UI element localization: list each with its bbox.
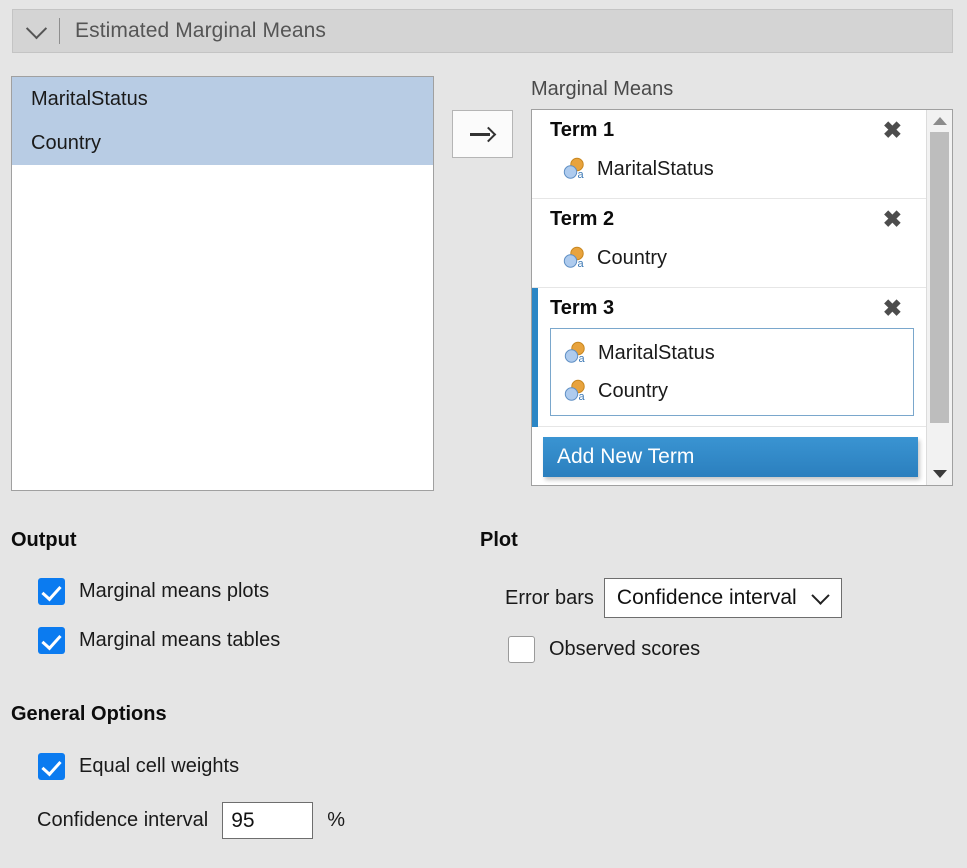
- close-icon[interactable]: ✖: [881, 296, 904, 320]
- variable-label: Country: [598, 379, 669, 402]
- arrow-right-icon: [469, 127, 496, 141]
- nominal-variable-icon: a: [562, 156, 588, 182]
- term-title: Term 2: [550, 207, 615, 230]
- marginal-means-panel: Term 1 ✖ a MaritalStatus Term 2 ✖ a Coun…: [531, 109, 953, 486]
- source-item-label: MaritalStatus: [31, 87, 148, 110]
- vertical-scrollbar[interactable]: [926, 110, 952, 485]
- page-title: Estimated Marginal Means: [75, 19, 327, 42]
- general-options-group-title: General Options: [11, 703, 167, 725]
- marginal-means-terms-area: Term 1 ✖ a MaritalStatus Term 2 ✖ a Coun…: [532, 110, 926, 485]
- svg-text:a: a: [579, 391, 586, 403]
- variable-label: MaritalStatus: [598, 341, 715, 364]
- confidence-interval-input[interactable]: [222, 802, 314, 839]
- nominal-variable-icon: a: [563, 340, 589, 366]
- checkbox-equal-cell-weights[interactable]: Equal cell weights: [38, 753, 239, 780]
- marginal-means-label: Marginal Means: [531, 78, 674, 100]
- variable-label: MaritalStatus: [597, 157, 714, 180]
- scrollbar-thumb[interactable]: [930, 132, 949, 424]
- list-item[interactable]: a Country: [550, 239, 926, 277]
- close-icon[interactable]: ✖: [881, 207, 904, 231]
- checkbox-box[interactable]: [38, 627, 65, 654]
- confidence-interval-row: Confidence interval %: [37, 802, 345, 839]
- svg-text:a: a: [579, 353, 586, 365]
- term-block[interactable]: Term 2 ✖ a Country: [532, 199, 926, 288]
- term-variable-list: a MaritalStatus: [532, 150, 926, 188]
- checkbox-label: Observed scores: [549, 638, 701, 660]
- checkbox-marginal-means-tables[interactable]: Marginal means tables: [38, 627, 280, 654]
- svg-text:a: a: [578, 169, 585, 181]
- error-bars-label: Error bars: [505, 586, 594, 609]
- term-header: Term 3 ✖: [532, 288, 926, 328]
- checkbox-observed-scores[interactable]: Observed scores: [508, 636, 700, 663]
- term-block[interactable]: Term 3 ✖ a MaritalStatus a Country: [532, 288, 926, 427]
- error-bars-row: Error bars Confidence interval: [505, 578, 842, 618]
- nominal-variable-icon: a: [563, 378, 589, 404]
- transfer-right-button[interactable]: [452, 110, 513, 158]
- add-new-term-label: Add New Term: [557, 445, 695, 468]
- checkbox-box[interactable]: [38, 578, 65, 605]
- term-block[interactable]: Term 1 ✖ a MaritalStatus: [532, 110, 926, 199]
- error-bars-select[interactable]: Confidence interval: [603, 578, 842, 618]
- checkbox-label: Marginal means plots: [79, 580, 270, 602]
- scrollbar-track[interactable]: [927, 132, 952, 463]
- checkbox-box[interactable]: [38, 753, 65, 780]
- list-item[interactable]: Country: [12, 121, 433, 165]
- chevron-down-icon[interactable]: [13, 17, 59, 39]
- term-variable-list: a MaritalStatus a Country: [550, 328, 914, 416]
- checkbox-label: Equal cell weights: [79, 755, 240, 777]
- term-header: Term 1 ✖: [532, 110, 926, 150]
- triangle-up-icon[interactable]: [927, 110, 952, 132]
- term-title: Term 1: [550, 118, 615, 141]
- list-item[interactable]: a MaritalStatus: [551, 334, 913, 372]
- variable-label: Country: [597, 246, 668, 269]
- output-group-title: Output: [11, 529, 77, 551]
- nominal-variable-icon: a: [562, 245, 588, 271]
- svg-text:a: a: [578, 258, 585, 270]
- checkbox-label: Marginal means tables: [79, 629, 281, 651]
- checkbox-box[interactable]: [508, 636, 535, 663]
- list-item[interactable]: a MaritalStatus: [550, 150, 926, 188]
- add-new-term-button[interactable]: Add New Term: [543, 437, 918, 477]
- source-variable-list[interactable]: MaritalStatus Country: [11, 76, 434, 491]
- source-item-label: Country: [31, 131, 102, 154]
- chevron-down-icon: [811, 585, 830, 605]
- term-title: Term 3: [550, 296, 615, 319]
- triangle-down-icon[interactable]: [927, 463, 952, 485]
- term-variable-list: a Country: [532, 239, 926, 277]
- section-header[interactable]: Estimated Marginal Means: [12, 9, 953, 53]
- percent-symbol: %: [327, 809, 346, 831]
- header-divider: [59, 18, 60, 44]
- plot-group-title: Plot: [480, 529, 518, 551]
- close-icon[interactable]: ✖: [881, 118, 904, 142]
- confidence-interval-label: Confidence interval: [37, 809, 209, 831]
- term-header: Term 2 ✖: [532, 199, 926, 239]
- list-item[interactable]: a Country: [551, 372, 913, 410]
- list-item[interactable]: MaritalStatus: [12, 77, 433, 121]
- error-bars-value: Confidence interval: [616, 586, 797, 609]
- checkbox-marginal-means-plots[interactable]: Marginal means plots: [38, 578, 269, 605]
